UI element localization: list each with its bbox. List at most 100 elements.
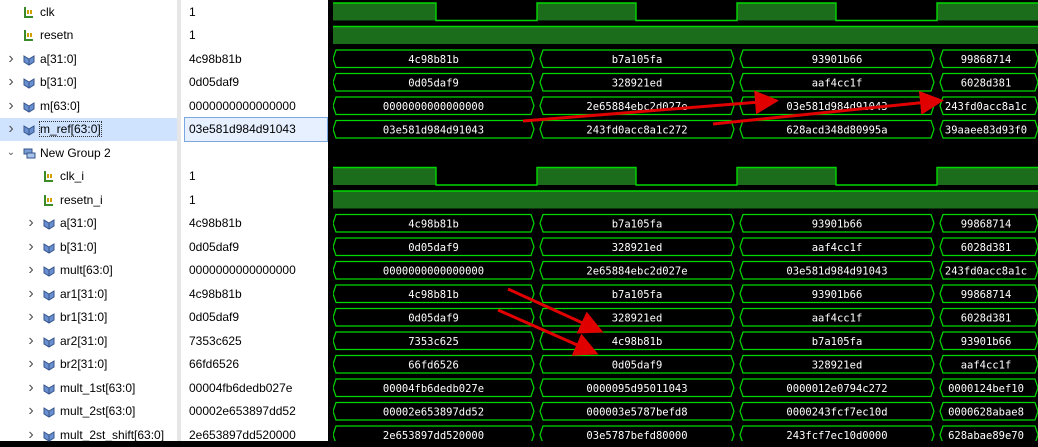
chevron-right-icon[interactable]: ›: [6, 50, 16, 68]
chevron-right-icon[interactable]: ›: [6, 73, 16, 91]
signal-value: 1: [189, 28, 196, 43]
bus-signal-icon: [43, 360, 55, 371]
bus-value-label: 66fd6526: [408, 359, 459, 371]
signal-row[interactable]: › m_ref[63:0]: [0, 117, 183, 141]
bus-value-label: 0d05daf9: [612, 359, 663, 371]
signal-row[interactable]: › ar2[31:0]: [0, 329, 203, 353]
signal-name: clk: [40, 4, 55, 19]
signal-row[interactable]: clk_i: [0, 165, 203, 189]
waveform-row: 00002e653897dd52 000003e5787befd8 0000243f…: [333, 401, 1038, 421]
chevron-right-icon[interactable]: ›: [26, 308, 36, 326]
bus-signal-icon: [43, 242, 55, 254]
signal-row[interactable]: › br2[31:0]: [0, 353, 203, 377]
bus-value-label: 628acd348d80995a: [786, 124, 887, 136]
signal-value: 00004fb6dedb027e: [189, 380, 293, 395]
bus-value-label: 0000243fcf7ec10d: [786, 406, 887, 418]
signal-value: 7353c625: [189, 333, 242, 348]
signal-name: b[31:0]: [60, 239, 97, 254]
signal-name: br2[31:0]: [60, 357, 108, 372]
bus-value-label: b7a105fa: [812, 336, 863, 348]
bus-value-label: 93901b66: [812, 54, 863, 66]
bus-signal-icon: [23, 78, 35, 89]
signal-row[interactable]: › mult_2st[63:0]: [0, 400, 203, 424]
bus-value-label: 0000628abae8: [948, 406, 1024, 418]
signal-name: mult_2st[63:0]: [60, 404, 136, 419]
bus-value-label: 99868714: [961, 289, 1012, 301]
signal-row[interactable]: clk: [0, 0, 183, 24]
chevron-right-icon[interactable]: ›: [6, 120, 16, 138]
bus-value-label: 0000124bef10: [948, 383, 1024, 395]
bus-value-label: 39aaee83d93f0: [945, 124, 1027, 136]
group-icon: [23, 148, 36, 159]
clock-high-pulse: [537, 167, 636, 185]
bus-value-label: 03e581d984d91043: [383, 124, 484, 136]
signal-name: ar1[31:0]: [60, 286, 108, 301]
signal-name: resetn: [40, 28, 74, 43]
bus-value-label: b7a105fa: [612, 289, 663, 301]
clock-high-pulse: [737, 167, 836, 185]
signal-value: 4c98b81b: [189, 216, 242, 231]
bus-value-label: 0000012e0794c272: [786, 383, 887, 395]
signal-name: a[31:0]: [40, 51, 77, 66]
bus-value-label: 7353c625: [408, 336, 459, 348]
bus-value-label: 0d05daf9: [408, 77, 459, 89]
chevron-right-icon[interactable]: ›: [26, 261, 36, 279]
bus-value-label: 99868714: [961, 54, 1012, 66]
bus-signal-icon: [43, 383, 55, 395]
chevron-right-icon[interactable]: ›: [26, 379, 36, 397]
signal-row[interactable]: › ar1[31:0]: [0, 282, 203, 306]
clock-high-pulse: [333, 3, 436, 21]
signal-row[interactable]: › b[31:0]: [0, 235, 203, 259]
bus-signal-icon: [43, 289, 55, 301]
waveform-row: 4c98b81b b7a105fa 93901b66 99868714: [333, 284, 1038, 304]
bus-value-label: aaf4cc1f: [961, 359, 1012, 371]
chevron-right-icon[interactable]: ›: [26, 355, 36, 373]
chevron-right-icon[interactable]: ›: [26, 402, 36, 420]
signal-row[interactable]: › a[31:0]: [0, 47, 183, 71]
signal-row[interactable]: ⌄ New Group 2: [0, 141, 183, 165]
signal-row[interactable]: resetn_i: [0, 188, 203, 212]
signal-name: mult[63:0]: [60, 263, 113, 278]
chevron-right-icon[interactable]: ›: [6, 97, 16, 115]
signal-row[interactable]: › a[31:0]: [0, 212, 203, 236]
signal-row[interactable]: › mult[63:0]: [0, 259, 203, 283]
signal-row[interactable]: › b[31:0]: [0, 71, 183, 95]
signal-value: 4c98b81b: [189, 51, 242, 66]
bus-signal-icon: [23, 101, 35, 113]
bus-value-label: 243fd0acc8a1c: [945, 101, 1027, 113]
signal-name: m_ref[63:0]: [39, 121, 102, 138]
bus-signal-icon: [43, 407, 55, 418]
bus-value-label: 328921ed: [612, 77, 663, 89]
chevron-right-icon[interactable]: ›: [26, 238, 36, 256]
reset-high-fill: [333, 191, 1038, 209]
bus-value-label: 243fd0acc8a1c: [945, 265, 1027, 277]
bus-value-label: b7a105fa: [612, 54, 663, 66]
bus-value-label: aaf4cc1f: [812, 77, 863, 89]
signal-row[interactable]: › m[63:0]: [0, 94, 183, 118]
signal-row[interactable]: resetn: [0, 24, 183, 48]
bus-signal-icon: [23, 125, 35, 136]
bus-value-label: 99868714: [961, 218, 1012, 230]
chevron-right-icon[interactable]: ›: [26, 285, 36, 303]
waveform-viewer[interactable]: 4c98b81b b7a105fa 93901b66 99868714 0d05daf9…: [333, 0, 1038, 441]
chevron-down-icon[interactable]: ⌄: [6, 147, 16, 158]
signal-name-panel: clk resetn › a[31:0] › b[31:0] › m[63:0] › m_ref[…: [0, 0, 183, 443]
bus-value-label: 0d05daf9: [408, 312, 459, 324]
bus-value-label: 6028d381: [961, 312, 1012, 324]
chevron-right-icon[interactable]: ›: [26, 332, 36, 350]
signal-name: resetn_i: [60, 192, 103, 207]
bus-value-label: 0000000000000000: [383, 265, 484, 277]
signal-name: New Group 2: [40, 145, 111, 160]
chevron-right-icon[interactable]: ›: [26, 426, 36, 444]
waveform-row: [333, 2, 1038, 22]
signal-row[interactable]: › br1[31:0]: [0, 306, 203, 330]
bus-value-label: 628abae89e70: [948, 430, 1024, 441]
bus-value-label: 6028d381: [961, 77, 1012, 89]
signal-name: mult_1st[63:0]: [60, 380, 136, 395]
signal-value: 66fd6526: [189, 357, 240, 372]
chevron-right-icon[interactable]: ›: [26, 214, 36, 232]
signal-row[interactable]: › mult_1st[63:0]: [0, 376, 203, 400]
signal-row[interactable]: › mult_2st_shift[63:0]: [0, 423, 203, 447]
bus-value-label: 93901b66: [961, 336, 1012, 348]
signal-value: 0d05daf9: [189, 239, 240, 254]
